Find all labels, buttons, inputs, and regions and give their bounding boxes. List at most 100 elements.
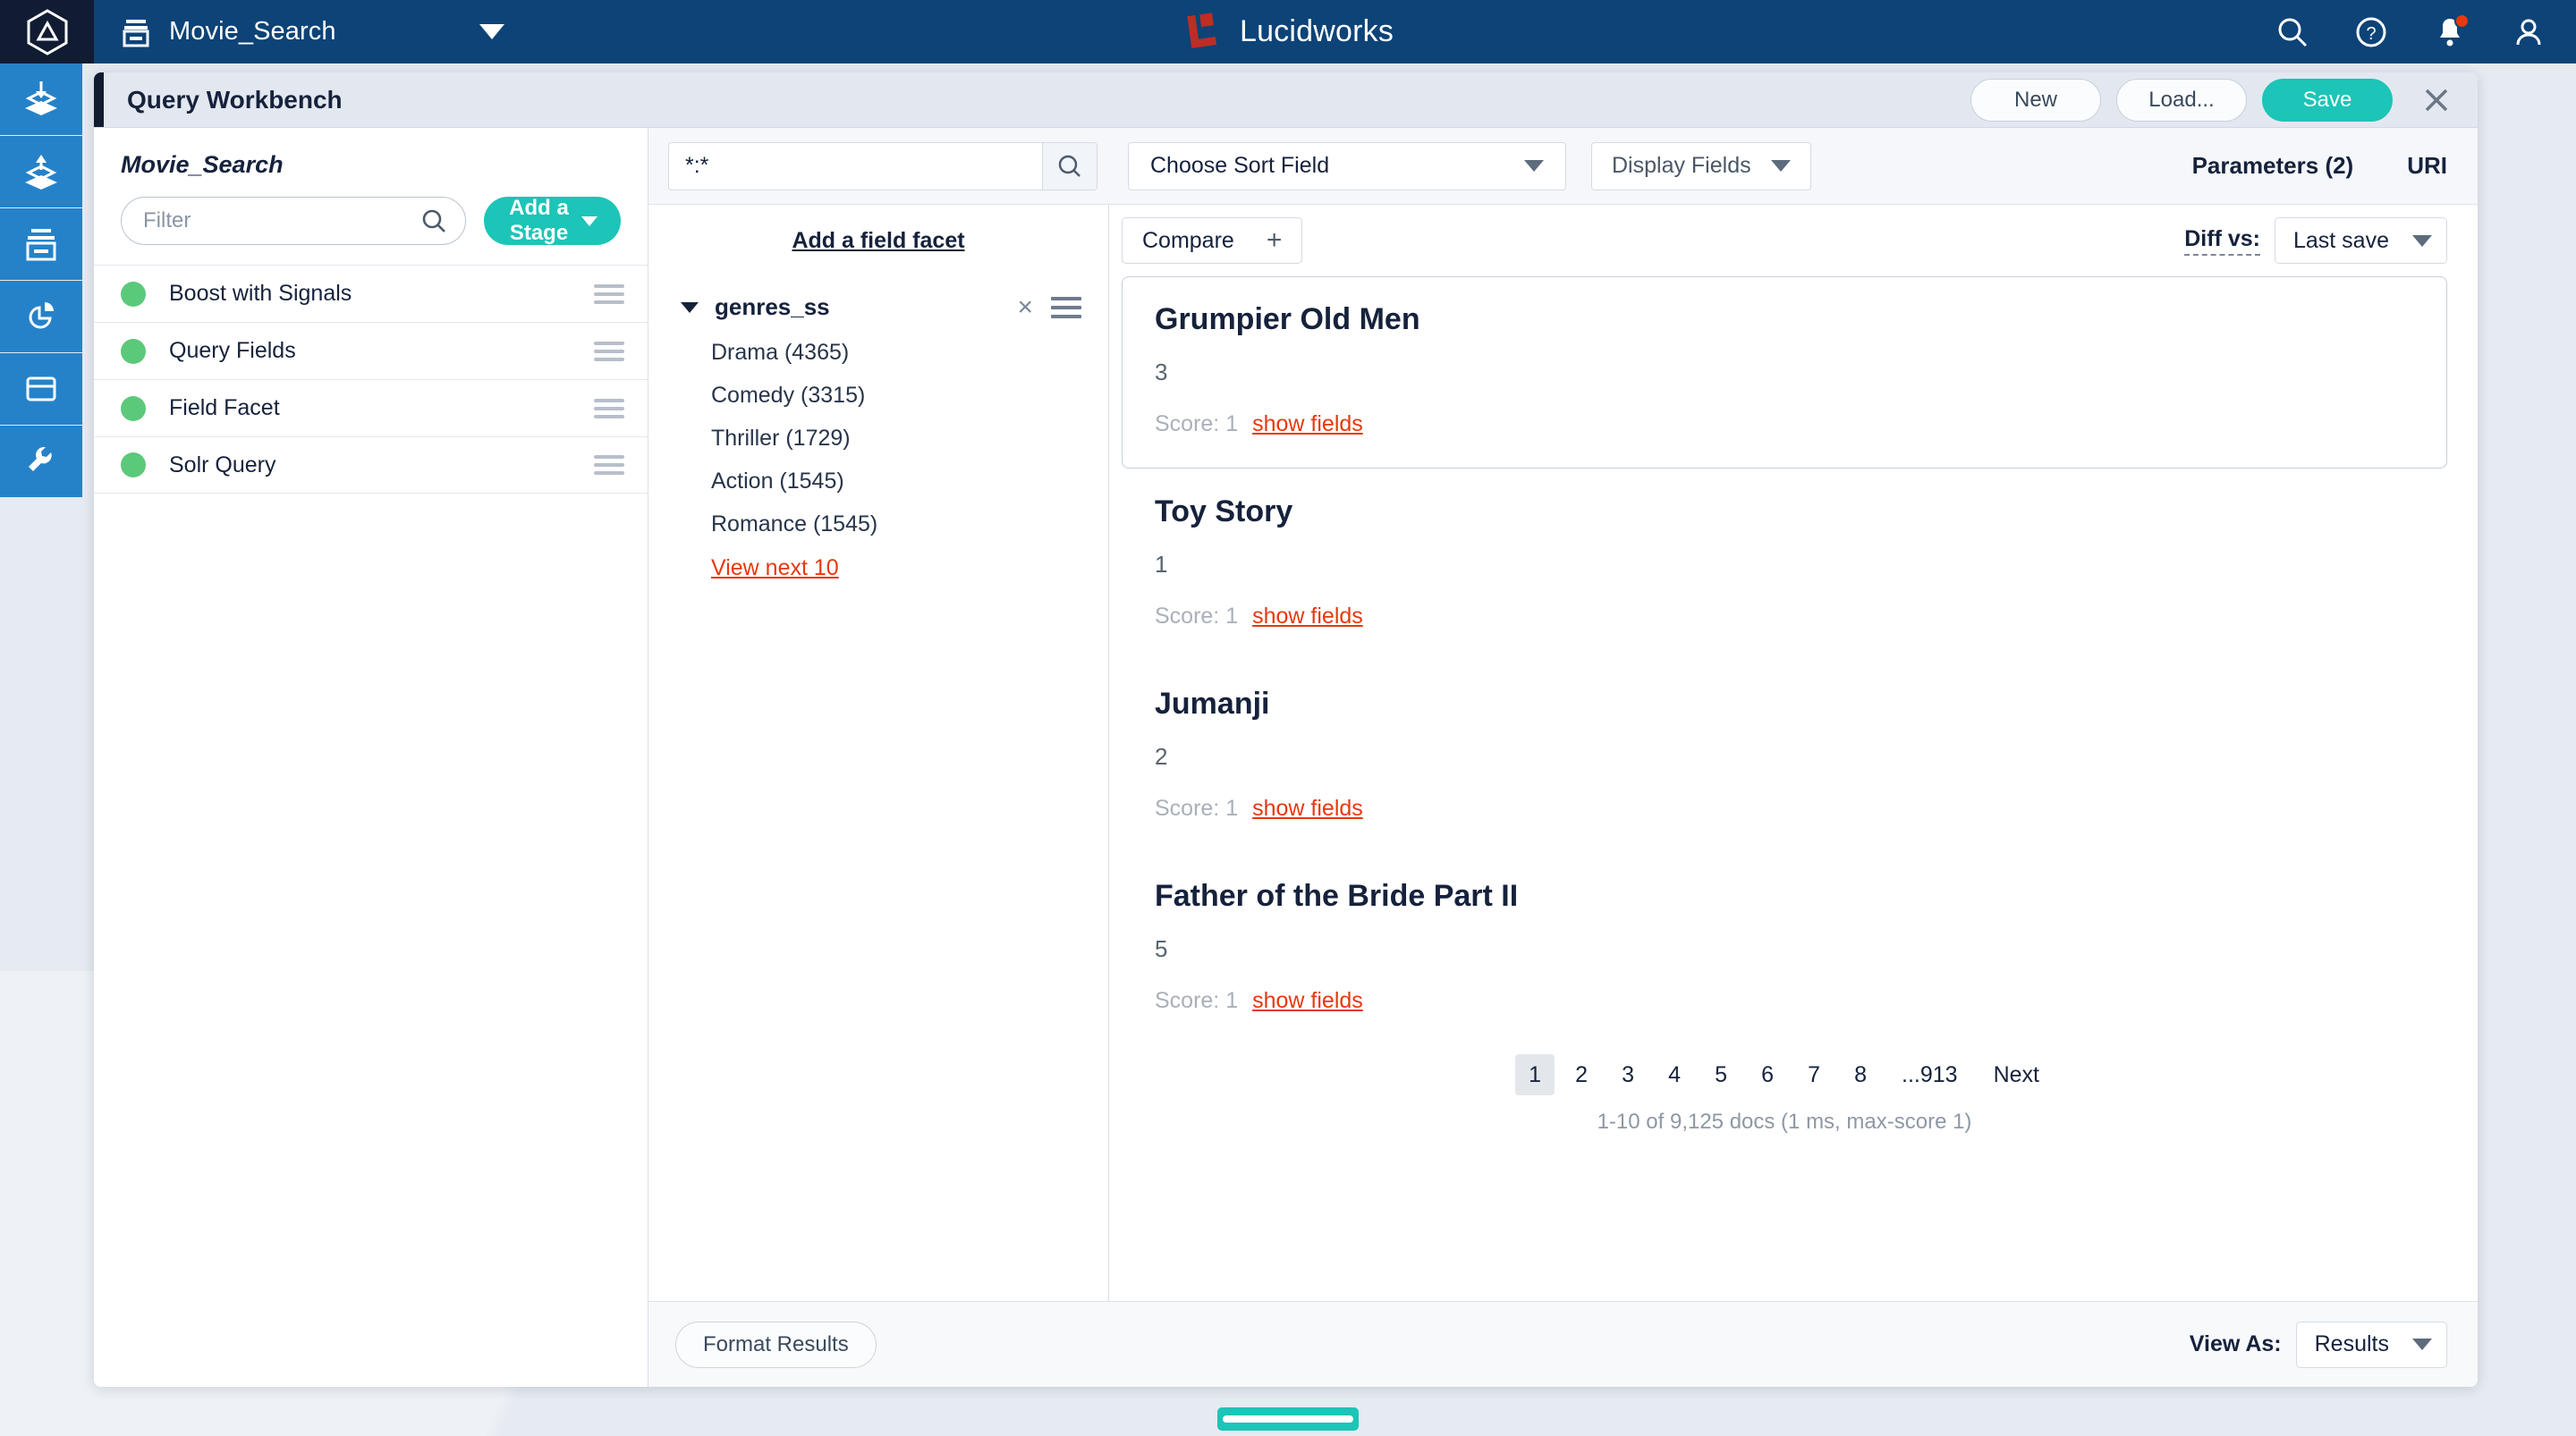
stage-row-solr-query[interactable]: Solr Query: [94, 436, 648, 494]
result-meta: Score: 1 show fields: [1155, 411, 2414, 437]
stage-row-field-facet[interactable]: Field Facet: [94, 379, 648, 436]
facet-value-item[interactable]: Romance (1545): [711, 512, 1108, 536]
parameters-toggle[interactable]: Parameters (2): [2192, 152, 2354, 180]
stage-row-query-fields[interactable]: Query Fields: [94, 322, 648, 379]
display-fields-select[interactable]: Display Fields: [1591, 141, 1811, 190]
hamburger-menu-icon[interactable]: [1051, 296, 1081, 318]
pipeline-name-label: Movie_Search: [121, 151, 284, 178]
save-button[interactable]: Save: [2262, 78, 2393, 122]
stage-filter-box[interactable]: [121, 197, 466, 245]
svg-text:?: ?: [2366, 24, 2376, 44]
stage-row-boost-with-signals[interactable]: Boost with Signals: [94, 265, 648, 322]
view-as-label: View As:: [2189, 1331, 2282, 1356]
sidebar-item-analytics[interactable]: [0, 281, 82, 352]
sidebar-item-tools[interactable]: [0, 426, 82, 497]
show-fields-link[interactable]: show fields: [1252, 604, 1363, 629]
result-card[interactable]: Toy Story 1 Score: 1 show fields: [1122, 469, 2447, 661]
page-button-6[interactable]: 6: [1748, 1054, 1787, 1095]
query-input-group: [668, 141, 1097, 190]
close-icon[interactable]: ×: [1017, 293, 1033, 321]
sort-field-select[interactable]: Choose Sort Field: [1128, 141, 1566, 190]
facet-value-list: Drama (4365) Comedy (3315) Thriller (172…: [648, 341, 1108, 581]
chevron-down-icon[interactable]: [681, 301, 699, 313]
pipeline-stages-controls: Add a Stage: [121, 196, 621, 245]
next-page-button[interactable]: Next: [1979, 1054, 2054, 1095]
facets-and-results: Add a field facet genres_ss × Drama (436…: [648, 205, 2478, 1387]
facet-value-item[interactable]: Action (1545): [711, 469, 1108, 493]
notifications-bell-icon[interactable]: [2433, 13, 2470, 49]
hexagon-logo-icon: [27, 8, 67, 55]
stage-filter-input[interactable]: [143, 208, 420, 233]
chevron-down-icon[interactable]: [479, 24, 504, 39]
result-meta: Score: 1 show fields: [1155, 988, 2414, 1014]
show-fields-link[interactable]: show fields: [1252, 796, 1363, 822]
compare-button[interactable]: Compare +: [1122, 217, 1303, 264]
brand-name-label: Lucidworks: [1239, 14, 1394, 48]
load-button[interactable]: Load...: [2116, 78, 2247, 122]
results-list[interactable]: Grumpier Old Men 3 Score: 1 show fields …: [1109, 276, 2478, 1387]
new-button[interactable]: New: [1970, 78, 2101, 122]
app-selector[interactable]: Movie_Search: [121, 17, 504, 47]
close-icon[interactable]: [2419, 82, 2454, 118]
sidebar-item-indexing[interactable]: [0, 63, 82, 135]
page-button-5[interactable]: 5: [1701, 1054, 1741, 1095]
drawer-handle[interactable]: [1217, 1407, 1359, 1431]
result-score: Score: 1: [1155, 604, 1239, 629]
search-submit-button[interactable]: [1042, 141, 1097, 190]
notification-badge: [2454, 13, 2470, 29]
view-next-10-link[interactable]: View next 10: [711, 555, 839, 580]
collections-icon: [26, 229, 56, 261]
sidebar-item-querying[interactable]: [0, 136, 82, 207]
add-field-facet-link[interactable]: Add a field facet: [648, 228, 1108, 254]
search-input[interactable]: [668, 141, 1042, 190]
analytics-icon: [29, 302, 54, 329]
drag-handle-icon[interactable]: [594, 283, 624, 304]
page-button-1[interactable]: 1: [1515, 1054, 1555, 1095]
facet-value-item[interactable]: Thriller (1729): [711, 427, 1108, 450]
facet-value-item[interactable]: Drama (4365): [711, 341, 1108, 364]
uri-toggle[interactable]: URI: [2407, 152, 2447, 180]
status-badge: [121, 281, 146, 307]
drag-handle-icon[interactable]: [594, 398, 624, 418]
compare-label: Compare: [1142, 227, 1234, 253]
help-icon[interactable]: ?: [2354, 15, 2388, 49]
diff-target-select[interactable]: Last save: [2274, 217, 2447, 264]
page-button-8[interactable]: 8: [1841, 1054, 1880, 1095]
drag-handle-icon[interactable]: [594, 455, 624, 475]
format-results-button[interactable]: Format Results: [675, 1321, 877, 1368]
modal-body: Movie_Search Add a Stage: [94, 128, 2478, 1387]
page-button-7[interactable]: 7: [1794, 1054, 1834, 1095]
result-id: 1: [1155, 551, 1168, 578]
modal-footer: Format Results View As: Results: [648, 1301, 2478, 1387]
chevron-down-icon: [2412, 234, 2432, 247]
search-icon: [1058, 155, 1080, 177]
facets-panel: Add a field facet genres_ss × Drama (436…: [648, 205, 1109, 1387]
show-fields-link[interactable]: show fields: [1252, 988, 1363, 1014]
page-button-2[interactable]: 2: [1562, 1054, 1601, 1095]
display-fields-label: Display Fields: [1612, 153, 1751, 178]
facet-value-item[interactable]: Comedy (3315): [711, 384, 1108, 407]
result-card[interactable]: Grumpier Old Men 3 Score: 1 show fields: [1122, 276, 2447, 469]
stage-label: Query Fields: [169, 338, 296, 363]
page-button-4[interactable]: 4: [1655, 1054, 1694, 1095]
result-card[interactable]: Father of the Bride Part II 5 Score: 1 s…: [1122, 853, 2447, 1045]
view-as-controls: View As: Results: [2189, 1321, 2447, 1368]
page-button-last[interactable]: ...913: [1887, 1054, 1972, 1095]
add-stage-button[interactable]: Add a Stage: [484, 196, 621, 245]
stage-label: Boost with Signals: [169, 281, 352, 306]
view-as-select[interactable]: Results: [2295, 1321, 2447, 1368]
page-button-3[interactable]: 3: [1608, 1054, 1648, 1095]
result-meta: Score: 1 show fields: [1155, 604, 2414, 629]
sidebar-item-collections[interactable]: [0, 208, 82, 280]
search-icon[interactable]: [2275, 15, 2309, 49]
drag-handle-icon[interactable]: [594, 341, 624, 361]
fusion-home-button[interactable]: [0, 0, 94, 63]
facet-header-genres-ss: genres_ss ×: [648, 293, 1108, 321]
result-score: Score: 1: [1155, 796, 1239, 821]
show-fields-link[interactable]: show fields: [1252, 411, 1363, 437]
sidebar-item-apps[interactable]: [0, 353, 82, 425]
stage-label: Solr Query: [169, 452, 276, 477]
pipeline-stages-header: Movie_Search Add a Stage: [94, 128, 648, 265]
result-card[interactable]: Jumanji 2 Score: 1 show fields: [1122, 661, 2447, 853]
user-account-icon[interactable]: [2512, 15, 2546, 49]
